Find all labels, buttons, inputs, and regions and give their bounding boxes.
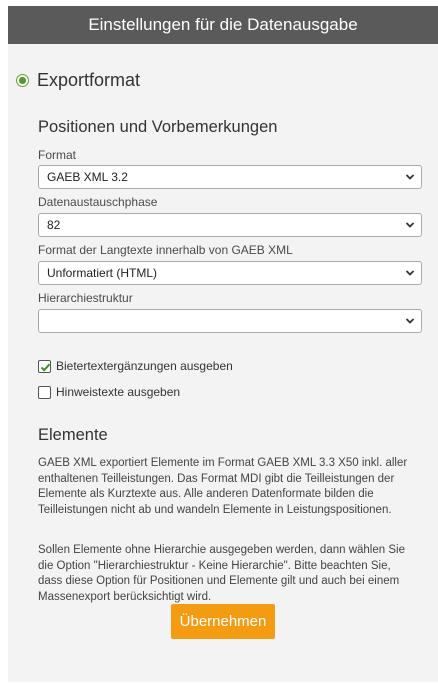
hint-text-checkbox-row[interactable]: Hinweistexte ausgeben: [38, 385, 180, 399]
exchange-phase-select[interactable]: 82: [38, 213, 422, 237]
chevron-down-icon: [405, 174, 415, 180]
longtext-format-value: Unformatiert (HTML): [47, 266, 158, 280]
chevron-down-icon: [405, 222, 415, 228]
radio-selected-icon[interactable]: [16, 74, 29, 87]
elements-description: GAEB XML exportiert Elemente im Format G…: [38, 457, 408, 516]
format-select[interactable]: GAEB XML 3.2: [38, 165, 422, 189]
bidder-text-checkbox-row[interactable]: Bietertextergänzungen ausgeben: [38, 359, 233, 373]
longtext-format-select[interactable]: Unformatiert (HTML): [38, 261, 422, 285]
hierarchy-label: Hierarchiestruktur: [38, 291, 133, 305]
hint-text-label: Hinweistexte ausgeben: [56, 385, 181, 399]
exchange-phase-label: Datenaustauschphase: [38, 195, 158, 209]
chevron-down-icon: [405, 270, 415, 276]
longtext-format-label: Format der Langtexte innerhalb von GAEB …: [38, 243, 293, 257]
hint-text-checkbox[interactable]: [38, 385, 51, 399]
apply-button[interactable]: Übernehmen: [171, 604, 275, 639]
chevron-down-icon: [405, 318, 415, 324]
section-title-elements: Elemente: [38, 426, 108, 444]
section-title-positions: Positionen und Vorbemerkungen: [38, 118, 278, 136]
exchange-phase-value: 82: [47, 218, 61, 232]
export-format-radio[interactable]: Exportformat: [16, 70, 140, 91]
radio-label: Exportformat: [37, 70, 141, 90]
panel-title: Einstellungen für die Datenausgabe: [8, 6, 438, 44]
hierarchy-hint: Sollen Elemente ohne Hierarchie ausgegeb…: [38, 544, 405, 603]
bidder-text-checkbox[interactable]: [38, 359, 51, 373]
format-select-value: GAEB XML 3.2: [47, 170, 128, 184]
checkmark-icon: [40, 363, 51, 372]
bidder-text-label: Bietertextergänzungen ausgeben: [56, 359, 233, 373]
format-label: Format: [38, 148, 77, 162]
hierarchy-select[interactable]: [38, 309, 422, 333]
